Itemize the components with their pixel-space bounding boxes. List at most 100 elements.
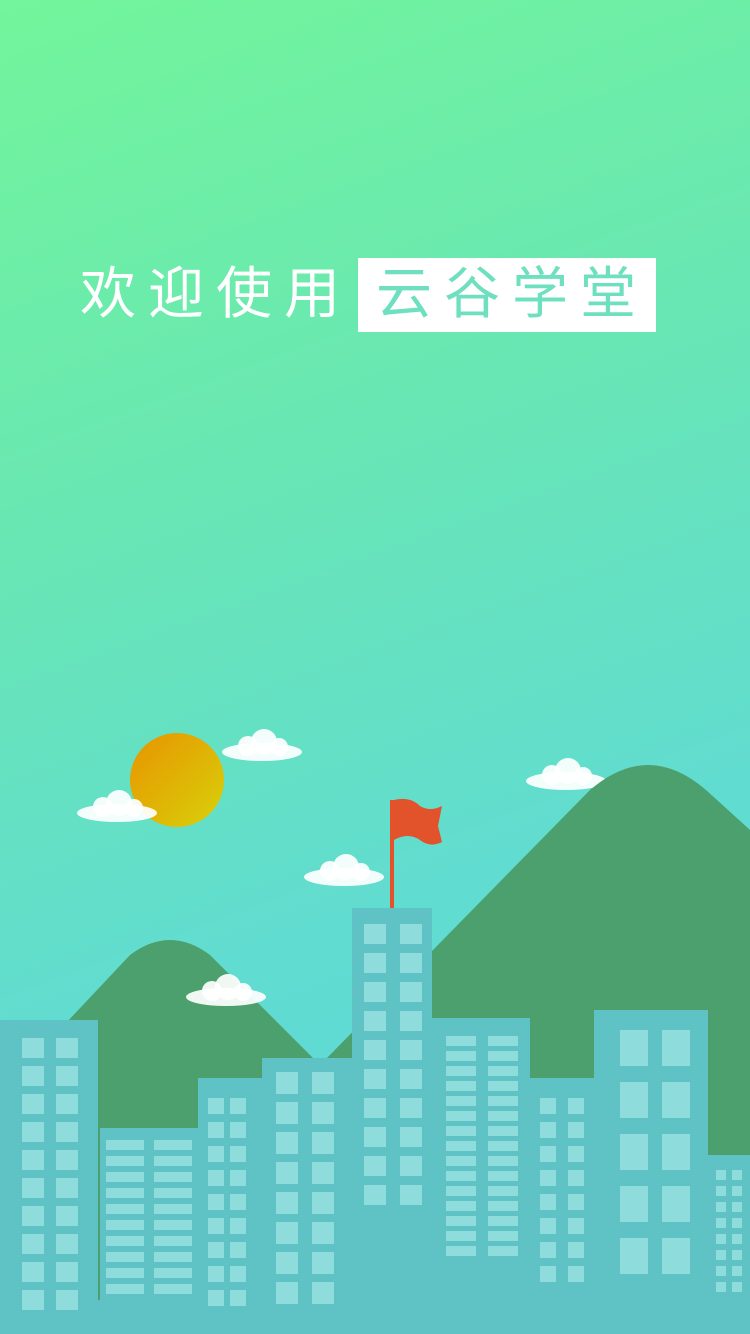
building-window [488, 1231, 518, 1241]
building-window [106, 1156, 144, 1166]
building-window [716, 1266, 726, 1276]
building-window [56, 1094, 78, 1114]
building-window [22, 1150, 44, 1170]
building-window [400, 1011, 422, 1031]
building-window [56, 1122, 78, 1142]
building-window [446, 1171, 476, 1181]
building-window [230, 1242, 246, 1258]
building-window [230, 1098, 246, 1114]
building-window [446, 1201, 476, 1211]
building-window [446, 1111, 476, 1121]
building-window [488, 1081, 518, 1091]
building-window [620, 1134, 648, 1170]
building-window [620, 1082, 648, 1118]
building-window [488, 1246, 518, 1256]
building-window [106, 1172, 144, 1182]
building-window [732, 1266, 742, 1276]
building-window [620, 1186, 648, 1222]
building-window [276, 1162, 298, 1184]
building-window [540, 1194, 556, 1210]
building-window [276, 1252, 298, 1274]
building-window [230, 1170, 246, 1186]
building [530, 1078, 594, 1334]
building-window [488, 1051, 518, 1061]
building-window [56, 1150, 78, 1170]
building-window [400, 1069, 422, 1089]
building [262, 1058, 352, 1334]
building-window [22, 1122, 44, 1142]
building-window [446, 1126, 476, 1136]
building-window [446, 1036, 476, 1046]
building-window [400, 1127, 422, 1147]
building-window [400, 1185, 422, 1205]
building-window [208, 1122, 224, 1138]
building-window [662, 1238, 690, 1274]
building-window [716, 1250, 726, 1260]
building-window [312, 1072, 334, 1094]
building-window [488, 1171, 518, 1181]
building-window [154, 1156, 192, 1166]
building-window [446, 1141, 476, 1151]
building-window [230, 1146, 246, 1162]
building-window [364, 1040, 386, 1060]
building-window [540, 1170, 556, 1186]
building-window [56, 1262, 78, 1282]
building-window [312, 1282, 334, 1304]
building-window [312, 1162, 334, 1184]
building-window [276, 1192, 298, 1214]
building-window [364, 1156, 386, 1176]
building-window [488, 1156, 518, 1166]
building-window [364, 1098, 386, 1118]
building-window [276, 1102, 298, 1124]
building-window [276, 1222, 298, 1244]
building-window [568, 1146, 584, 1162]
building-window [56, 1038, 78, 1058]
building-window [716, 1170, 726, 1180]
building-window [488, 1201, 518, 1211]
building-window [154, 1236, 192, 1246]
building-window [716, 1234, 726, 1244]
building-window [56, 1066, 78, 1086]
building-window [208, 1098, 224, 1114]
building-window [620, 1030, 648, 1066]
cloud-icon [304, 854, 384, 886]
building-window [22, 1234, 44, 1254]
building-window [154, 1204, 192, 1214]
building-window [312, 1222, 334, 1244]
building-window [400, 1156, 422, 1176]
building-window [446, 1231, 476, 1241]
building-window [56, 1178, 78, 1198]
building-window [488, 1186, 518, 1196]
building-window [22, 1094, 44, 1114]
building-window [540, 1122, 556, 1138]
building-window [276, 1072, 298, 1094]
building-window [662, 1082, 690, 1118]
building-window [22, 1262, 44, 1282]
building-window [154, 1172, 192, 1182]
building [594, 1010, 708, 1334]
building-window [568, 1218, 584, 1234]
building-window [22, 1038, 44, 1058]
building-window [716, 1186, 726, 1196]
building-window [230, 1194, 246, 1210]
flag-pole [390, 800, 394, 910]
building-window [568, 1266, 584, 1282]
building-window [364, 953, 386, 973]
building-window [364, 1185, 386, 1205]
building-window [106, 1188, 144, 1198]
building-window [732, 1202, 742, 1212]
building-window [230, 1290, 246, 1306]
building-window [276, 1132, 298, 1154]
building-window [488, 1036, 518, 1046]
building-window [364, 1127, 386, 1147]
building-window [446, 1156, 476, 1166]
building-window [732, 1186, 742, 1196]
building-window [620, 1238, 648, 1274]
building-window [208, 1194, 224, 1210]
building-window [540, 1098, 556, 1114]
building-window [488, 1096, 518, 1106]
building-window [276, 1282, 298, 1304]
building-window [662, 1030, 690, 1066]
building-window [446, 1246, 476, 1256]
building-window [312, 1102, 334, 1124]
